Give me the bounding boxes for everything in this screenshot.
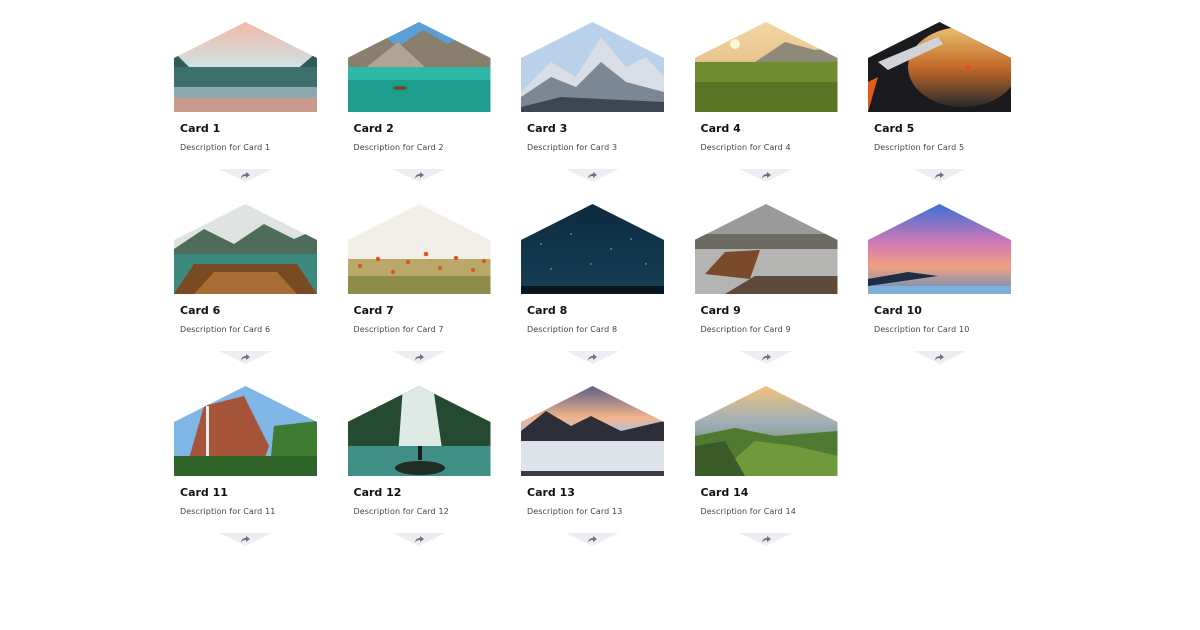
- card-description: Description for Card 9: [700, 325, 791, 334]
- card[interactable]: Card 3 Description for Card 3: [521, 22, 664, 182]
- share-icon: [241, 172, 250, 179]
- share-icon: [588, 354, 597, 361]
- card[interactable]: Card 2 Description for Card 2: [347, 22, 491, 182]
- card-title: Card 4: [700, 122, 741, 135]
- card-image: [174, 204, 317, 294]
- share-icon: [761, 536, 771, 543]
- card[interactable]: Card 7 Description for Card 7: [347, 204, 491, 364]
- card-image: [347, 386, 491, 476]
- share-icon: [588, 172, 597, 179]
- card-description: Description for Card 13: [527, 507, 623, 516]
- card-image: [347, 204, 491, 294]
- card-description: Description for Card 4: [700, 143, 791, 152]
- card-description: Description for Card 14: [700, 507, 796, 516]
- card-grid: Card 1 Description for Card 1 Card 2 Des…: [174, 22, 1014, 546]
- card-title: Card 9: [700, 304, 741, 317]
- share-button[interactable]: [739, 351, 793, 364]
- card-description: Description for Card 6: [180, 325, 271, 334]
- share-button[interactable]: [392, 351, 446, 364]
- card-title: Card 6: [180, 304, 221, 317]
- card-image: [174, 386, 317, 476]
- share-icon: [241, 536, 250, 543]
- share-button[interactable]: [392, 533, 446, 546]
- card-title: Card 8: [527, 304, 568, 317]
- share-button[interactable]: [913, 351, 966, 364]
- card-title: Card 7: [353, 304, 394, 317]
- card-description: Description for Card 3: [527, 143, 618, 152]
- card-title: Card 1: [180, 122, 221, 135]
- card-title: Card 14: [700, 486, 749, 499]
- card[interactable]: Card 14 Description for Card 14: [694, 386, 838, 546]
- share-button[interactable]: [219, 169, 272, 182]
- card-image: [347, 22, 491, 112]
- card-description: Description for Card 11: [180, 507, 276, 516]
- share-icon: [414, 536, 424, 543]
- card-image: [174, 22, 317, 112]
- card[interactable]: Card 9 Description for Card 9: [694, 204, 838, 364]
- share-button[interactable]: [739, 169, 793, 182]
- card-title: Card 3: [527, 122, 568, 135]
- share-button[interactable]: [219, 533, 272, 546]
- card-image: [868, 22, 1011, 112]
- share-icon: [414, 354, 424, 361]
- card-image: [521, 204, 664, 294]
- card[interactable]: Card 1 Description for Card 1: [174, 22, 317, 182]
- card-image: [694, 204, 838, 294]
- card[interactable]: Card 4 Description for Card 4: [694, 22, 838, 182]
- card-title: Card 11: [180, 486, 228, 499]
- card-description: Description for Card 12: [353, 507, 449, 516]
- share-button[interactable]: [392, 169, 446, 182]
- card-description: Description for Card 7: [353, 325, 444, 334]
- card-image: [521, 386, 664, 476]
- share-button[interactable]: [913, 169, 966, 182]
- share-icon: [588, 536, 597, 543]
- card-description: Description for Card 5: [874, 143, 965, 152]
- share-icon: [241, 354, 250, 361]
- card[interactable]: Card 12 Description for Card 12: [347, 386, 491, 546]
- card-title: Card 10: [874, 304, 922, 317]
- card[interactable]: Card 11 Description for Card 11: [174, 386, 317, 546]
- share-button[interactable]: [566, 533, 619, 546]
- card[interactable]: Card 10 Description for Card 10: [868, 204, 1011, 364]
- share-button[interactable]: [566, 169, 619, 182]
- card[interactable]: Card 13 Description for Card 13: [521, 386, 664, 546]
- card-title: Card 5: [874, 122, 915, 135]
- share-icon: [935, 354, 944, 361]
- share-button[interactable]: [566, 351, 619, 364]
- card-title: Card 2: [353, 122, 394, 135]
- card-description: Description for Card 1: [180, 143, 271, 152]
- card-description: Description for Card 2: [353, 143, 444, 152]
- card-title: Card 13: [527, 486, 575, 499]
- share-icon: [761, 354, 771, 361]
- card-description: Description for Card 10: [874, 325, 970, 334]
- card-image: [694, 386, 838, 476]
- card-image: [521, 22, 664, 112]
- share-button[interactable]: [219, 351, 272, 364]
- share-icon: [935, 172, 944, 179]
- card-image: [694, 22, 838, 112]
- card-image: [868, 204, 1011, 294]
- share-icon: [761, 172, 771, 179]
- card-description: Description for Card 8: [527, 325, 618, 334]
- share-button[interactable]: [739, 533, 793, 546]
- card[interactable]: Card 6 Description for Card 6: [174, 204, 317, 364]
- share-icon: [414, 172, 424, 179]
- card[interactable]: Card 8 Description for Card 8: [521, 204, 664, 364]
- card-title: Card 12: [353, 486, 402, 499]
- card[interactable]: Card 5 Description for Card 5: [868, 22, 1011, 182]
